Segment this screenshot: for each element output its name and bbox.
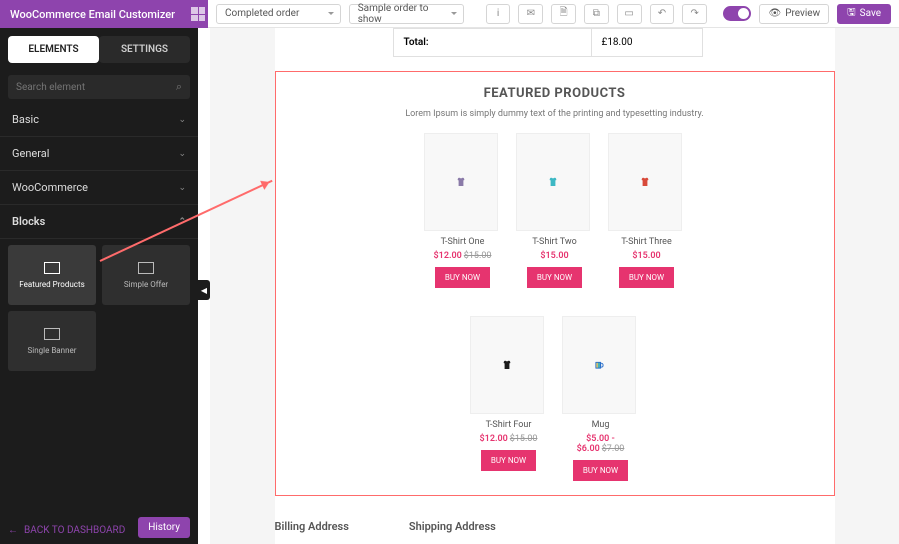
sidebar: ELEMENTS SETTINGS ⌕ Basic⌄ General⌄ WooC…: [0, 28, 198, 544]
cat-woocommerce[interactable]: WooCommerce⌄: [0, 171, 198, 205]
product-price: $5.00 - $6.00$7.00: [562, 434, 640, 454]
featured-subtitle: Lorem Ipsum is simply dummy text of the …: [296, 109, 814, 119]
product-image: [516, 133, 590, 231]
search-icon: ⌕: [176, 80, 182, 94]
tab-elements[interactable]: ELEMENTS: [8, 36, 99, 63]
product-name: Mug: [562, 420, 640, 430]
history-button[interactable]: History: [138, 517, 190, 538]
product-card: T-Shirt One $12.00$15.00 BUY NOW: [424, 133, 502, 288]
copy-icon[interactable]: ⧉: [584, 4, 609, 24]
product-card: T-Shirt Three $15.00 BUY NOW: [608, 133, 686, 288]
mail-icon[interactable]: ✉: [518, 4, 543, 24]
shipping-heading: Shipping Address: [409, 520, 496, 533]
file-icon[interactable]: 🗎: [551, 4, 576, 24]
chevron-down-icon: ⌄: [178, 149, 186, 159]
search-input[interactable]: [16, 82, 176, 93]
cat-general[interactable]: General⌄: [0, 137, 198, 171]
chevron-down-icon: ⌄: [178, 183, 186, 193]
sample-order-select[interactable]: Sample order to show: [349, 4, 464, 24]
product-name: T-Shirt Two: [516, 237, 594, 247]
back-to-dashboard[interactable]: ←BACK TO DASHBOARD: [8, 525, 125, 536]
product-image: [424, 133, 498, 231]
banner-icon: [44, 328, 60, 340]
featured-products-block[interactable]: FEATURED PRODUCTS Lorem Ipsum is simply …: [275, 71, 835, 496]
redo-icon[interactable]: ↷: [682, 4, 707, 24]
order-total-row: Total: £18.00: [393, 28, 703, 57]
product-price: $15.00: [608, 251, 686, 261]
block-simple-offer[interactable]: Simple Offer: [102, 245, 190, 305]
device-icon[interactable]: ▭: [617, 4, 642, 24]
save-button[interactable]: 🖫Save: [837, 4, 891, 24]
product-card: T-Shirt Four $12.00$15.00 BUY NOW: [470, 316, 548, 481]
email-type-select[interactable]: Completed order: [216, 4, 341, 24]
arrow-left-icon: ←: [8, 525, 18, 536]
chevron-up-icon: ⌃: [178, 217, 186, 227]
product-price: $12.00$15.00: [424, 251, 502, 261]
buy-now-button[interactable]: BUY NOW: [619, 267, 674, 288]
preview-toggle[interactable]: [723, 6, 751, 21]
product-image: [470, 316, 544, 414]
undo-icon[interactable]: ↶: [650, 4, 675, 24]
layout-icon[interactable]: [191, 7, 205, 21]
product-name: T-Shirt Four: [470, 420, 548, 430]
save-icon: 🖫: [847, 5, 856, 22]
offer-icon: [138, 262, 154, 274]
block-featured-products[interactable]: Featured Products: [8, 245, 96, 305]
product-image: [562, 316, 636, 414]
product-price: $15.00: [516, 251, 594, 261]
buy-now-button[interactable]: BUY NOW: [481, 450, 536, 471]
block-single-banner[interactable]: Single Banner: [8, 311, 96, 371]
cat-blocks[interactable]: Blocks⌃: [0, 205, 198, 239]
buy-now-button[interactable]: BUY NOW: [527, 267, 582, 288]
preview-button[interactable]: 👁Preview: [759, 4, 829, 24]
search-input-wrap[interactable]: ⌕: [8, 75, 190, 99]
product-name: T-Shirt Three: [608, 237, 686, 247]
sidebar-collapse[interactable]: ◀: [198, 280, 210, 300]
tab-settings[interactable]: SETTINGS: [99, 36, 190, 63]
featured-icon: [44, 262, 60, 274]
info-icon[interactable]: i: [486, 4, 511, 24]
product-price: $12.00$15.00: [470, 434, 548, 444]
featured-title: FEATURED PRODUCTS: [296, 86, 814, 101]
product-card: Mug $5.00 - $6.00$7.00 BUY NOW: [562, 316, 640, 481]
buy-now-button[interactable]: BUY NOW: [435, 267, 490, 288]
product-name: T-Shirt One: [424, 237, 502, 247]
billing-heading: Billing Address: [275, 520, 349, 533]
product-card: T-Shirt Two $15.00 BUY NOW: [516, 133, 594, 288]
eye-icon: 👁: [768, 8, 781, 19]
cat-basic[interactable]: Basic⌄: [0, 103, 198, 137]
chevron-down-icon: ⌄: [178, 115, 186, 125]
buy-now-button[interactable]: BUY NOW: [573, 460, 628, 481]
email-canvas: Total: £18.00 FEATURED PRODUCTS Lorem Ip…: [210, 28, 899, 544]
app-title: WooCommerce Email Customizer: [0, 8, 185, 21]
product-image: [608, 133, 682, 231]
